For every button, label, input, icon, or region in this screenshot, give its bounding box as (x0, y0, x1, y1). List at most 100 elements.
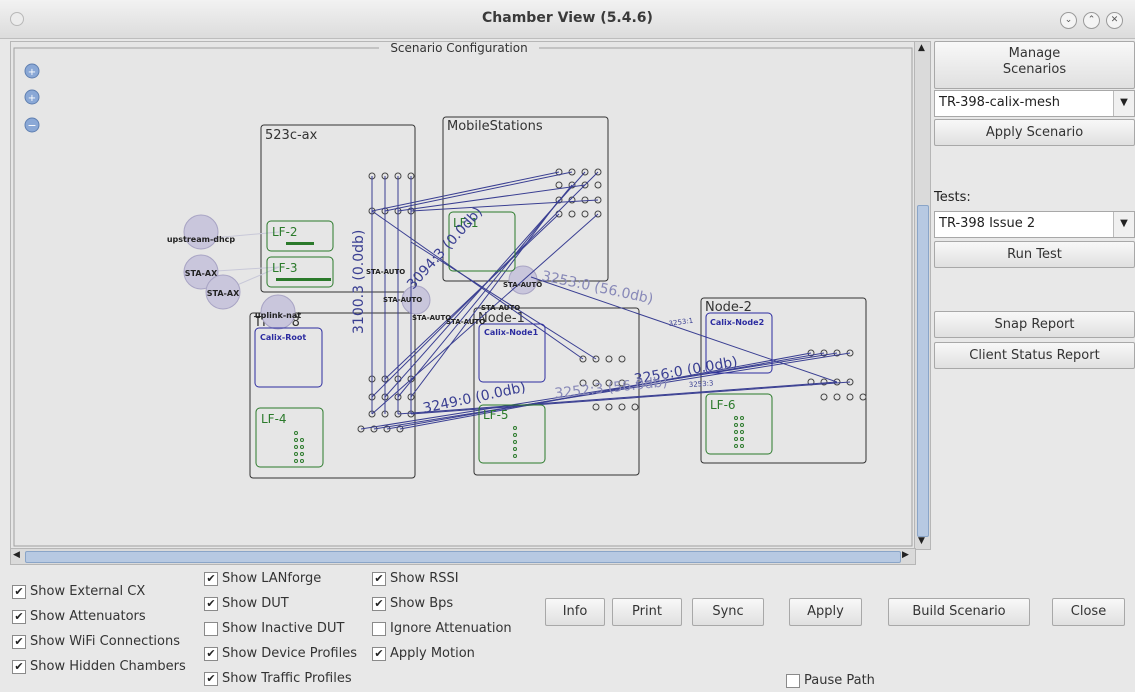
checkbox-show-bps[interactable]: ✔ Show Bps (372, 596, 453, 611)
pause-path-checkbox[interactable]: Pause Path (786, 673, 875, 688)
scenario-select[interactable]: TR-398-calix-mesh ▼ (934, 90, 1135, 117)
scroll-left-icon[interactable]: ◀ (13, 550, 20, 560)
chamber-mobilestations (442, 116, 609, 282)
zoom-out-icon[interactable]: − (24, 117, 40, 133)
checkbox-show-device-profiles[interactable]: ✔ Show Device Profiles (204, 646, 357, 661)
checkbox-show-lanforge[interactable]: ✔ Show LANforge (204, 571, 321, 586)
checkbox-show-dut[interactable]: ✔ Show DUT (204, 596, 289, 611)
lf6-ports (734, 416, 744, 448)
checkbox-label-show-external-cx: Show External CX (30, 584, 146, 599)
manage-scenarios-button[interactable]: Manage Scenarios (934, 41, 1135, 89)
sta-auto-label-6: STA-AUTO (503, 281, 542, 289)
close-icon[interactable]: ✕ (1106, 12, 1123, 29)
device-lf5-label: LF-5 (483, 408, 509, 422)
svg-text:+: + (28, 67, 36, 78)
info-button[interactable]: Info (545, 598, 605, 626)
checkbox-box-show-dut[interactable]: ✔ (204, 596, 218, 611)
manage-scenarios-line2: Scenarios (1002, 62, 1067, 77)
scenario-diagram: Scenario Configuration + + − 523c-ax Mob… (13, 42, 913, 547)
maximize-icon[interactable]: ⌃ (1083, 12, 1100, 29)
test-select[interactable]: TR-398 Issue 2 ▼ (934, 211, 1135, 238)
scroll-up-icon[interactable]: ▲ (918, 43, 925, 53)
link-label-3094: 3094:3 (0.0db) (404, 204, 486, 292)
upstream-dhcp-label: upstream-dhcp (167, 235, 236, 244)
client-status-report-button[interactable]: Client Status Report (934, 342, 1135, 369)
sta-ax-label-2: STA-AX (207, 289, 240, 298)
print-button[interactable]: Print (612, 598, 682, 626)
apply-scenario-button[interactable]: Apply Scenario (934, 119, 1135, 146)
uplink-nat-label: uplink-nat (255, 311, 301, 320)
chevron-down-icon[interactable]: ▼ (1113, 91, 1134, 116)
checkbox-box-show-rssi[interactable]: ✔ (372, 571, 386, 586)
horizontal-scroll-thumb[interactable] (25, 551, 901, 563)
lf5-ports (513, 426, 517, 458)
checkbox-show-rssi[interactable]: ✔ Show RSSI (372, 571, 459, 586)
run-test-button[interactable]: Run Test (934, 241, 1135, 268)
tests-label: Tests: (934, 190, 971, 205)
build-scenario-button[interactable]: Build Scenario (888, 598, 1030, 626)
zoom-in-icon[interactable]: + (24, 63, 40, 79)
svg-text:−: − (27, 119, 36, 132)
checkbox-box-show-external-cx[interactable]: ✔ (12, 584, 26, 599)
snap-report-button[interactable]: Snap Report (934, 311, 1135, 338)
lf2-port-bar (286, 242, 314, 245)
checkbox-box-apply-motion[interactable]: ✔ (372, 646, 386, 661)
checkbox-label-show-dut: Show DUT (222, 596, 289, 611)
sta-auto-label-5: STA-AUTO (481, 304, 520, 312)
checkbox-box-show-attenuators[interactable]: ✔ (12, 609, 26, 624)
device-lf2-label: LF-2 (272, 225, 298, 239)
scroll-down-icon[interactable]: ▼ (918, 536, 925, 546)
checkbox-label-show-wifi-connections: Show WiFi Connections (30, 634, 180, 649)
checkbox-show-hidden-chambers[interactable]: ✔ Show Hidden Chambers (12, 659, 186, 674)
zoom-in-small-icon[interactable]: + (24, 89, 40, 105)
checkbox-label-show-rssi: Show RSSI (390, 571, 459, 586)
checkbox-box-show-device-profiles[interactable]: ✔ (204, 646, 218, 661)
checkbox-label-show-attenuators: Show Attenuators (30, 609, 146, 624)
vertical-scrollbar[interactable]: ▲ ▼ (914, 41, 931, 550)
sta-ax-label: STA-AX (185, 269, 218, 278)
checkbox-box-show-hidden-chambers[interactable]: ✔ (12, 659, 26, 674)
scenario-select-value: TR-398-calix-mesh (939, 95, 1061, 110)
chevron-down-icon[interactable]: ▼ (1113, 212, 1134, 237)
panel-legend: Scenario Configuration (390, 42, 527, 55)
link-label-3253-1: 3253:1 (668, 317, 694, 328)
checkbox-show-inactive-dut[interactable]: Show Inactive DUT (204, 621, 344, 636)
checkbox-box-show-bps[interactable]: ✔ (372, 596, 386, 611)
horizontal-scrollbar[interactable]: ◀ ▶ (10, 548, 916, 565)
sta-auto-label-1: STA-AUTO (366, 268, 405, 276)
checkbox-label-show-hidden-chambers: Show Hidden Chambers (30, 659, 186, 674)
svg-text:+: + (28, 93, 36, 104)
chamber-label-mobilestations: MobileStations (447, 119, 543, 134)
link-label-3253-3: 3253:3 (689, 379, 714, 389)
pause-path-box[interactable] (786, 673, 800, 688)
checkbox-show-wifi-connections[interactable]: ✔ Show WiFi Connections (12, 634, 180, 649)
checkbox-show-external-cx[interactable]: ✔ Show External CX (12, 584, 145, 599)
sync-button[interactable]: Sync (692, 598, 764, 626)
checkbox-ignore-attenuation[interactable]: Ignore Attenuation (372, 621, 512, 636)
minimize-icon[interactable]: ⌄ (1060, 12, 1077, 29)
sta-auto-label-2: STA-AUTO (383, 296, 422, 304)
checkbox-label-show-lanforge: Show LANforge (222, 571, 322, 586)
device-lf3-label: LF-3 (272, 261, 298, 275)
checkbox-box-show-inactive-dut[interactable] (204, 621, 218, 636)
checkbox-box-show-wifi-connections[interactable]: ✔ (12, 634, 26, 649)
checkbox-box-show-lanforge[interactable]: ✔ (204, 571, 218, 586)
apply-button[interactable]: Apply (789, 598, 862, 626)
checkbox-label-show-device-profiles: Show Device Profiles (222, 646, 357, 661)
scroll-right-icon[interactable]: ▶ (902, 550, 909, 560)
checkbox-label-apply-motion: Apply Motion (390, 646, 475, 661)
lf3-port-bar (276, 278, 331, 281)
dut-calix-node1-label: Calix-Node1 (484, 328, 539, 337)
checkbox-box-show-traffic-profiles[interactable]: ✔ (204, 671, 218, 686)
vertical-scroll-thumb[interactable] (917, 205, 929, 537)
scenario-canvas[interactable]: Scenario Configuration + + − 523c-ax Mob… (10, 41, 916, 550)
device-lf4-label: LF-4 (261, 412, 287, 426)
checkbox-label-show-inactive-dut: Show Inactive DUT (222, 621, 345, 636)
checkbox-show-traffic-profiles[interactable]: ✔ Show Traffic Profiles (204, 671, 352, 686)
sta-auto-label-4: STA-AUTO (446, 318, 485, 326)
checkbox-apply-motion[interactable]: ✔ Apply Motion (372, 646, 475, 661)
checkbox-box-ignore-attenuation[interactable] (372, 621, 386, 636)
checkbox-label-show-bps: Show Bps (390, 596, 454, 611)
checkbox-show-attenuators[interactable]: ✔ Show Attenuators (12, 609, 146, 624)
close-button[interactable]: Close (1052, 598, 1125, 626)
